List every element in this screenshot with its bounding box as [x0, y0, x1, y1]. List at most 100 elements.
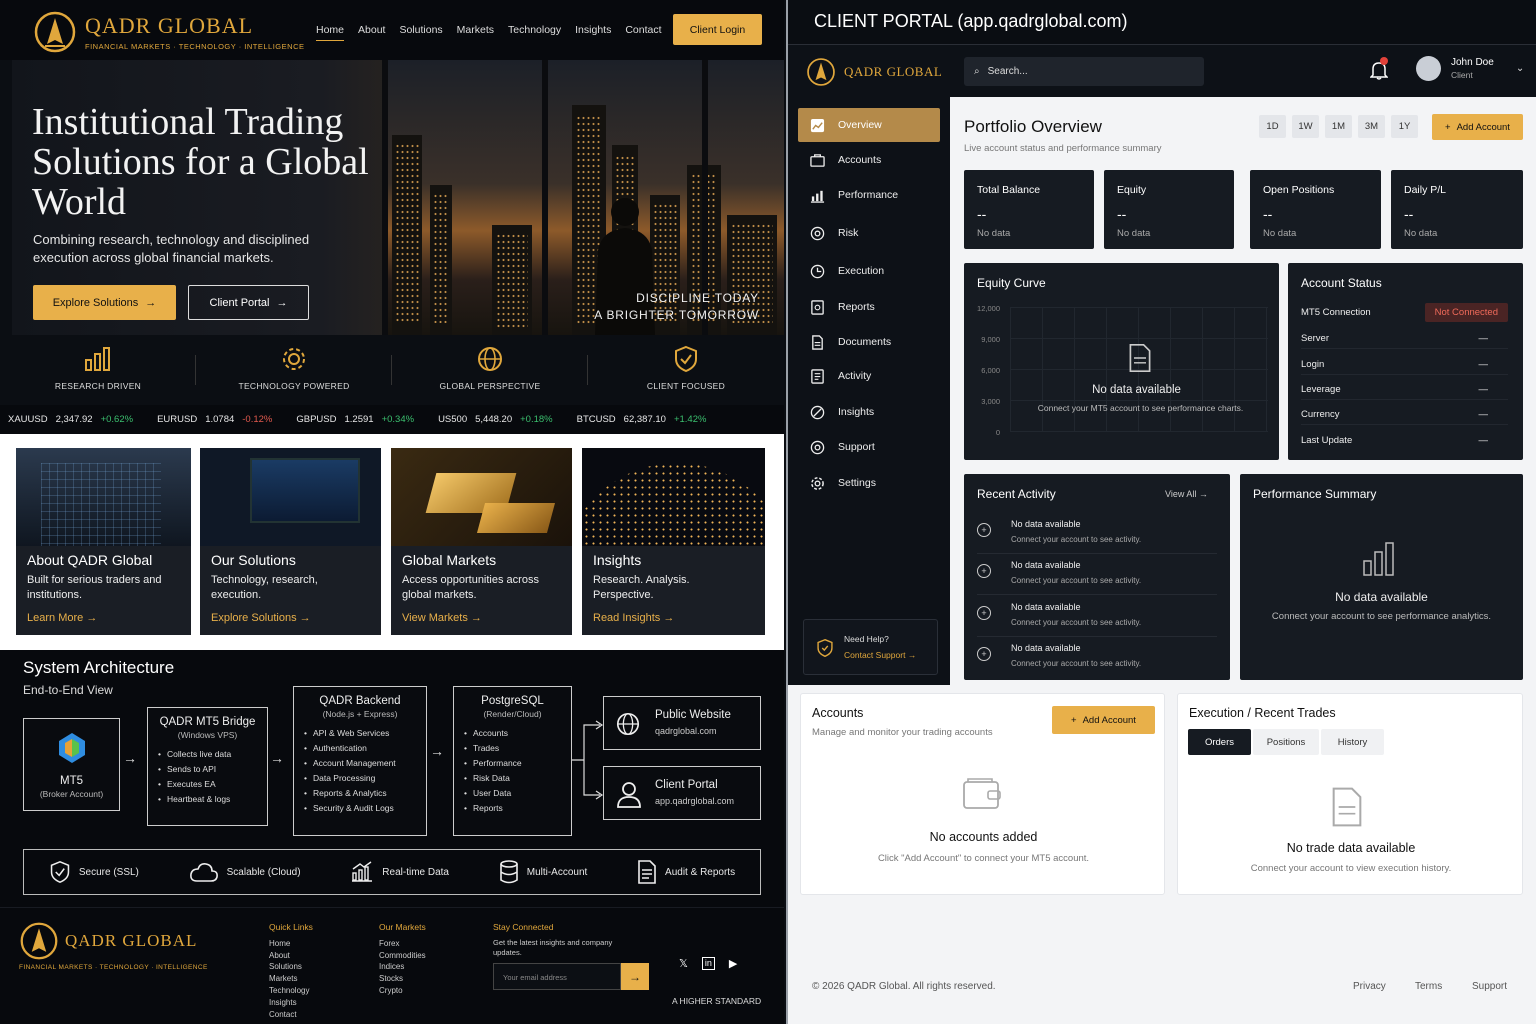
section-cards: About QADR Global Built for serious trad… [0, 434, 784, 650]
learn-more-link[interactable]: Learn More → [27, 612, 97, 624]
footer-link[interactable]: Indices [379, 961, 426, 973]
wallet-icon [963, 778, 1001, 809]
portal-logo[interactable]: QADR GLOBAL [806, 57, 942, 87]
client-portal-window: CLIENT PORTAL (app.qadrglobal.com) QADR … [786, 0, 1536, 1024]
contact-support-link[interactable]: Contact Support → [844, 650, 916, 660]
ticker-item[interactable]: GBPUSD 1.2591 +0.34% [296, 414, 414, 425]
document-icon [812, 334, 823, 350]
building [430, 185, 452, 335]
status-key: Currency [1301, 409, 1340, 420]
client-login-button[interactable]: Client Login [673, 14, 762, 45]
email-input[interactable]: Your email address [493, 963, 621, 990]
sidebar-item-execution[interactable]: Execution [798, 254, 940, 288]
nav-solutions[interactable]: Solutions [399, 24, 442, 41]
footer-link[interactable]: Contact [269, 1009, 313, 1021]
footer-link[interactable]: Insights [269, 997, 313, 1009]
tab-history[interactable]: History [1321, 729, 1384, 755]
nav-contact[interactable]: Contact [625, 24, 661, 41]
ticker-item[interactable]: BTCUSD 62,387.10 +1.42% [577, 414, 707, 425]
brand-logo[interactable]: QADR GLOBAL FINANCIAL MARKETS · TECHNOLO… [33, 10, 304, 54]
range-3m[interactable]: 3M [1358, 115, 1385, 138]
add-account-button[interactable]: + Add Account [1432, 114, 1523, 140]
backend-title: QADR Backend [319, 695, 401, 707]
ticker-item[interactable]: US500 5,448.20 +0.18% [438, 414, 553, 425]
activity-subtitle: Connect your account to see activity. [1011, 618, 1142, 627]
footer-link[interactable]: Crypto [379, 985, 426, 997]
sidebar-item-risk[interactable]: Risk [798, 216, 940, 250]
view-all-link[interactable]: View All → [1165, 489, 1208, 499]
explore-solutions-button[interactable]: Explore Solutions → [33, 285, 176, 320]
tab-positions[interactable]: Positions [1253, 729, 1319, 755]
client-portal-button[interactable]: Client Portal → [188, 285, 309, 320]
footer-link[interactable]: Solutions [269, 961, 313, 973]
range-1m[interactable]: 1M [1325, 115, 1352, 138]
portal-sidebar: QADR GLOBAL Overview Accounts Performanc… [788, 45, 950, 685]
explore-solutions-link[interactable]: Explore Solutions → [211, 612, 311, 624]
tab-orders[interactable]: Orders [1188, 729, 1251, 755]
feature-label: Multi-Account [526, 866, 588, 878]
nav-home[interactable]: Home [316, 24, 345, 41]
terms-link[interactable]: Terms [1415, 981, 1442, 992]
card-solutions[interactable]: Our Solutions Technology, research, exec… [200, 448, 381, 635]
footer-link[interactable]: Commodities [379, 950, 426, 962]
ticker-item[interactable]: XAUUSD 2,347.92 +0.62% [8, 414, 133, 425]
card-insights[interactable]: Insights Research. Analysis. Perspective… [582, 448, 765, 635]
status-badge: Not Connected [1424, 302, 1508, 322]
view-markets-link[interactable]: View Markets → [402, 612, 482, 624]
sidebar-item-accounts[interactable]: Accounts [798, 143, 940, 177]
sidebar-item-overview[interactable]: Overview [798, 108, 940, 142]
privacy-link[interactable]: Privacy [1353, 981, 1386, 992]
range-1y[interactable]: 1Y [1391, 115, 1418, 138]
footer-link[interactable]: Home [269, 938, 313, 950]
notifications-button[interactable] [1369, 57, 1389, 85]
feature-label: Real-time Data [382, 866, 449, 878]
card-about[interactable]: About QADR Global Built for serious trad… [16, 448, 191, 635]
twitter-icon[interactable]: 𝕏 [679, 957, 688, 970]
nav-insights[interactable]: Insights [575, 24, 611, 41]
card-markets[interactable]: Global Markets Access opportunities acro… [391, 448, 572, 635]
search-icon: ⌕ [974, 66, 980, 77]
footer-logo[interactable]: QADR GLOBAL [19, 921, 197, 961]
read-insights-link[interactable]: Read Insights → [593, 612, 674, 624]
footer-link[interactable]: Technology [269, 985, 313, 997]
bridge-item: Executes EA [158, 777, 267, 792]
brand-name: QADR GLOBAL [85, 13, 254, 38]
ticker-item[interactable]: EURUSD 1.0784 -0.12% [157, 414, 272, 425]
linkedin-icon[interactable]: in [701, 957, 715, 970]
social-icons: 𝕏 in ▶ [679, 957, 737, 970]
sidebar-item-support[interactable]: Support [798, 430, 940, 464]
sidebar-label: Support [838, 441, 875, 453]
sidebar-label: Documents [838, 336, 892, 348]
sidebar-item-insights[interactable]: Insights [798, 395, 940, 429]
range-1d[interactable]: 1D [1259, 115, 1286, 138]
sidebar-item-reports[interactable]: Reports [798, 290, 940, 324]
nav-markets[interactable]: Markets [457, 24, 494, 41]
stat-label: Open Positions [1263, 184, 1335, 196]
top-navbar: QADR GLOBAL FINANCIAL MARKETS · TECHNOLO… [0, 0, 784, 60]
support-link[interactable]: Support [1472, 981, 1507, 992]
add-account-button[interactable]: + Add Account [1052, 706, 1155, 734]
range-1w[interactable]: 1W [1292, 115, 1319, 138]
sidebar-item-activity[interactable]: Activity [798, 359, 940, 393]
footer-link[interactable]: Forex [379, 938, 426, 950]
mt5-box: MT5 (Broker Account) [23, 718, 120, 811]
document-icon [1332, 787, 1362, 827]
nav-about[interactable]: About [358, 24, 385, 41]
subscribe-button[interactable]: → [621, 963, 649, 990]
db-item: Accounts [464, 726, 571, 741]
sidebar-item-settings[interactable]: Settings [798, 466, 940, 500]
user-menu[interactable]: John Doe Client ⌄ [1416, 56, 1524, 81]
mt5-subtitle: (Broker Account) [39, 789, 104, 799]
features-strip: RESEARCH DRIVEN TECHNOLOGY POWERED GLOBA… [0, 335, 784, 405]
overview-icon [810, 118, 825, 132]
office-building-image [16, 448, 191, 546]
youtube-icon[interactable]: ▶ [729, 957, 737, 970]
footer-link[interactable]: Markets [269, 973, 313, 985]
footer-link[interactable]: Stocks [379, 973, 426, 985]
sidebar-item-documents[interactable]: Documents [798, 325, 940, 359]
nav-technology[interactable]: Technology [508, 24, 561, 41]
sidebar-item-performance[interactable]: Performance [798, 178, 940, 212]
search-input[interactable]: ⌕ Search... [964, 57, 1204, 86]
footer-link[interactable]: About [269, 950, 313, 962]
gear-icon [811, 476, 824, 490]
